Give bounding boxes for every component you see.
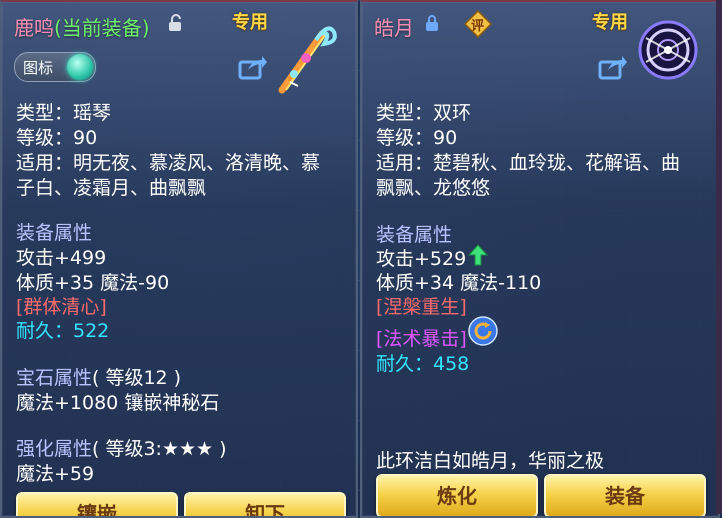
toggle-knob xyxy=(67,54,93,80)
unlock-icon[interactable] xyxy=(168,14,184,32)
applicable-characters-cont: 子白、凌霜月、曲飘飘 xyxy=(16,177,207,199)
constitution-magic-stat: 体质+34 魔法-110 xyxy=(376,272,542,294)
enhance-attr-header: 强化属性 xyxy=(16,438,93,460)
unequip-button[interactable]: 卸下 xyxy=(184,492,346,516)
stat-up-arrow-icon xyxy=(468,244,488,266)
constitution-magic-stat: 体质+35 魔法-90 xyxy=(16,272,170,294)
item-type: 类型：瑶琴 xyxy=(16,102,112,124)
attack-stat: 攻击+499 xyxy=(16,247,107,269)
icon-toggle-label: 图标 xyxy=(23,59,54,77)
lock-icon[interactable] xyxy=(425,14,441,32)
dual-ring-item-icon xyxy=(638,20,698,80)
icon-toggle[interactable]: 图标 xyxy=(14,52,96,82)
item-level: 等级：90 xyxy=(376,127,458,149)
item-name-text: 鹿鸣 xyxy=(14,16,54,40)
item-name: 鹿鸣(当前装备) xyxy=(14,12,150,41)
applicable-characters: 适用：明无夜、慕凌风、洛清晚、慕 xyxy=(16,152,321,174)
item-name: 皓月 xyxy=(374,16,414,40)
gem-attr-row: 宝石属性( 等级12 ) xyxy=(16,363,181,390)
special-skill: [涅槃重生] xyxy=(376,296,467,318)
item-description: 此环洁白如皓月，华丽之极 xyxy=(376,450,605,472)
gem-level: ( 等级12 ) xyxy=(92,367,182,389)
gem-stat: 魔法+1080 镶嵌神秘石 xyxy=(16,392,220,414)
edge-strip xyxy=(716,0,722,514)
durability: 耐久：458 xyxy=(376,353,470,375)
evaluate-badge[interactable]: 评 xyxy=(463,9,493,39)
item-type: 类型：双环 xyxy=(376,102,472,124)
item-level: 等级：90 xyxy=(16,127,98,149)
attack-stat: 攻击+529 xyxy=(376,248,467,270)
refine-button[interactable]: 炼化 xyxy=(376,474,538,516)
special-skill: [群体清心] xyxy=(16,296,107,318)
applicable-characters-cont: 飘飘、龙悠悠 xyxy=(376,177,491,199)
gem-attr-header: 宝石属性 xyxy=(16,367,93,389)
applicable-characters: 适用：楚碧秋、血玲珑、花解语、曲 xyxy=(376,152,681,174)
zither-item-icon xyxy=(278,26,337,94)
current-equipment-tag: (当前装备) xyxy=(54,16,150,40)
refresh-icon[interactable] xyxy=(468,316,498,346)
enhance-level: ( 等级3:★★★ ) xyxy=(92,438,227,460)
share-icon[interactable] xyxy=(238,54,268,80)
exclusive-label: 专用 xyxy=(232,12,268,33)
share-icon[interactable] xyxy=(598,54,628,80)
compare-equipment-panel: 皓月 评 专用 类型：双环 等级：90 适用：楚碧秋、血玲珑、花解语、曲 飘飘、… xyxy=(360,0,720,518)
equip-attr-header: 装备属性 xyxy=(376,224,453,246)
equip-button[interactable]: 装备 xyxy=(544,474,706,516)
exclusive-label: 专用 xyxy=(592,12,628,33)
current-equipment-panel: 鹿鸣(当前装备) 专用 图标 类型：瑶琴 等级：90 适用：明无夜、慕凌风、洛清… xyxy=(0,0,358,518)
special-skill-2: [法术暴击] xyxy=(376,328,467,350)
inlay-button[interactable]: 镶嵌 xyxy=(16,492,178,516)
durability: 耐久：522 xyxy=(16,320,110,342)
equip-attr-header: 装备属性 xyxy=(16,222,93,244)
enhance-attr-row: 强化属性( 等级3:★★★ ) xyxy=(16,434,227,461)
evaluate-label: 评 xyxy=(471,19,485,34)
enhance-stat: 魔法+59 xyxy=(16,463,95,485)
